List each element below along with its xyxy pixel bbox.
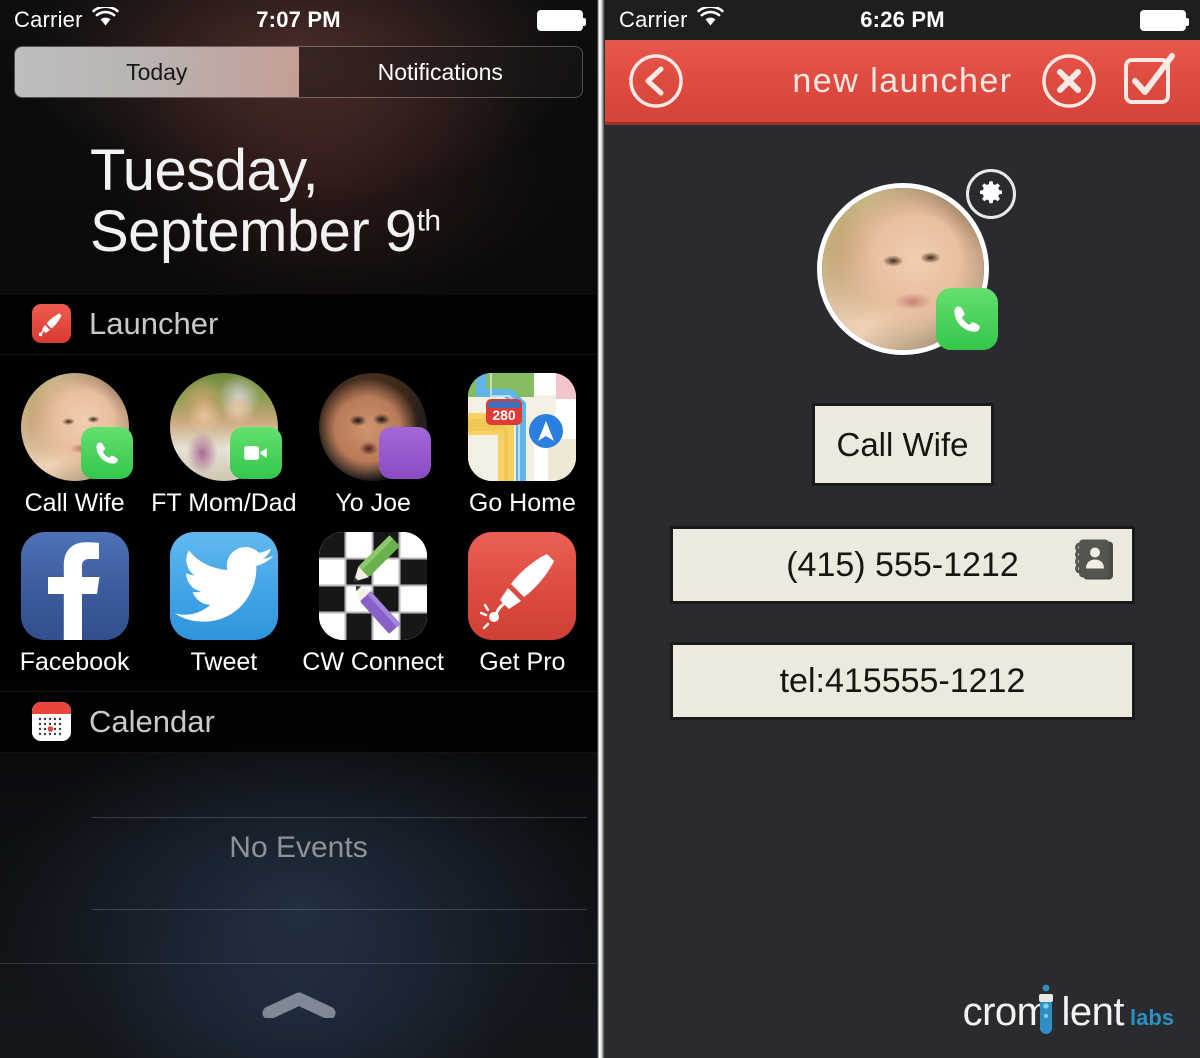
launcher-row-1: Call Wife FT Mom/Dad Yo Joe 280 Go Home	[0, 367, 597, 526]
phone-icon	[935, 288, 998, 350]
avatar-section	[788, 169, 1018, 355]
maps-icon: 280	[468, 372, 577, 481]
confirm-button[interactable]	[1120, 52, 1178, 110]
launcher-item-label: Facebook	[19, 647, 130, 676]
crossword-icon	[319, 531, 428, 640]
wifi-icon	[91, 5, 119, 33]
calendar-rule-bottom	[92, 908, 587, 910]
date-ordinal-suffix: th	[416, 205, 442, 239]
status-bar-left: Carrier	[619, 5, 860, 33]
tab-notifications[interactable]: Notifications	[298, 47, 582, 97]
battery-icon	[1140, 9, 1190, 31]
widget-header-calendar[interactable]: Calendar	[0, 690, 597, 753]
phone-icon	[80, 426, 133, 479]
status-bar: Carrier 7:07 PM	[0, 0, 597, 40]
launcher-row-2: Facebook Tweet CW Connect Get Pro	[0, 526, 597, 685]
brand-suffix: labs	[1129, 1005, 1174, 1030]
status-bar-right	[341, 9, 587, 31]
launcher-item-get-pro[interactable]: Get Pro	[448, 526, 597, 685]
launcher-item-label: FT Mom/Dad	[151, 488, 297, 517]
date-line-month-day: September 9th	[90, 201, 597, 262]
tab-today[interactable]: Today	[15, 47, 299, 97]
date-month-day-text: September 9	[90, 199, 417, 265]
battery-icon	[537, 9, 587, 31]
notification-center-grabber-area[interactable]	[0, 962, 597, 1051]
launcher-item-cw-connect[interactable]: CW Connect	[299, 526, 448, 685]
widget-title-calendar: Calendar	[89, 703, 215, 739]
brand-name-part2: lent	[1061, 990, 1124, 1034]
launcher-item-facebook[interactable]: Facebook	[0, 526, 149, 685]
launcher-item-label: CW Connect	[302, 647, 444, 676]
today-date-heading: Tuesday, September 9th	[0, 98, 597, 263]
carrier-label: Carrier	[619, 7, 688, 32]
widget-header-launcher[interactable]: Launcher	[0, 292, 597, 355]
calendar-icon	[32, 702, 71, 742]
launcher-item-label: Tweet	[190, 647, 258, 676]
back-button[interactable]	[627, 52, 685, 110]
message-icon	[379, 426, 432, 479]
carrier-label: Carrier	[14, 7, 83, 32]
photo-woman	[20, 372, 133, 481]
right-phone-launcher-editor: Carrier 6:26 PM new launcher Call Wife (…	[605, 0, 1200, 1058]
avatar[interactable]	[816, 183, 998, 355]
launcher-item-tweet[interactable]: Tweet	[149, 526, 298, 685]
grabber-handle-icon[interactable]	[262, 992, 336, 1023]
launcher-item-label: Yo Joe	[335, 488, 411, 517]
facebook-icon	[20, 531, 129, 640]
rocket-icon	[32, 304, 71, 344]
phone-number-value: (415) 555-1212	[786, 545, 1019, 584]
page-title: new launcher	[792, 61, 1013, 100]
photo-man	[319, 372, 432, 481]
panel-divider	[597, 0, 605, 1058]
calendar-widget-body: No Events	[0, 753, 597, 963]
widget-title-launcher: Launcher	[89, 305, 219, 341]
contacts-book-icon[interactable]	[1066, 535, 1118, 596]
cancel-button[interactable]	[1040, 52, 1098, 110]
status-bar-time: 7:07 PM	[256, 7, 341, 32]
brand-logo: crom lent labs	[963, 984, 1174, 1034]
launcher-widget-grid: Call Wife FT Mom/Dad Yo Joe 280 Go Home …	[0, 354, 597, 691]
launcher-item-label: Get Pro	[479, 647, 566, 676]
calendar-rule-top	[92, 816, 587, 818]
dual-screenshot-layout: Carrier 7:07 PM Today Notifications Tues…	[0, 0, 1200, 1058]
launcher-item-ft-mom-dad[interactable]: FT Mom/Dad	[149, 367, 298, 526]
rocket-icon	[468, 531, 577, 640]
wifi-icon	[696, 5, 724, 33]
left-phone-notification-center: Carrier 7:07 PM Today Notifications Tues…	[0, 0, 597, 1058]
phone-number-field[interactable]: (415) 555-1212	[670, 526, 1135, 604]
launcher-item-yo-joe[interactable]: Yo Joe	[299, 367, 448, 526]
calendar-empty-text: No Events	[229, 830, 368, 864]
label-field[interactable]: Call Wife	[811, 403, 994, 486]
gear-icon[interactable]	[965, 169, 1016, 219]
date-line-weekday: Tuesday,	[90, 138, 319, 203]
launcher-item-label: Call Wife	[24, 488, 125, 517]
launcher-item-label: Go Home	[468, 488, 576, 517]
status-bar: Carrier 6:26 PM	[605, 0, 1200, 40]
url-field[interactable]: tel:415555-1212	[670, 642, 1135, 720]
status-bar-right	[945, 9, 1190, 31]
photo-couple	[169, 372, 282, 481]
launcher-item-go-home[interactable]: 280 Go Home	[448, 367, 597, 526]
status-bar-left: Carrier	[14, 5, 256, 33]
notification-center-segmented-control[interactable]: Today Notifications	[14, 46, 583, 98]
navigation-bar: new launcher	[605, 40, 1200, 125]
twitter-icon	[169, 531, 278, 640]
launcher-item-call-wife[interactable]: Call Wife	[0, 367, 149, 526]
facetime-icon	[229, 426, 282, 479]
label-field-value: Call Wife	[836, 425, 969, 463]
status-bar-time: 6:26 PM	[860, 7, 945, 32]
url-field-value: tel:415555-1212	[779, 661, 1026, 700]
svg-text:280: 280	[493, 407, 517, 423]
